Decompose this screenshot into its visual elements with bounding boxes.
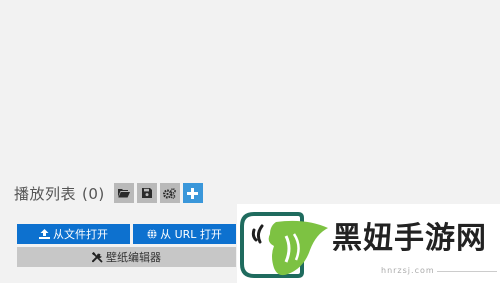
watermark-url: hnrzsj.com: [381, 266, 435, 275]
playlist-title: 播放列表 (0): [14, 183, 105, 204]
open-from-url-label: 从 URL 打开: [160, 228, 222, 241]
playlist-header: 播放列表 (0): [14, 181, 203, 205]
globe-icon: [147, 229, 157, 239]
open-from-file-label: 从文件打开: [53, 228, 108, 241]
playlist-settings-button[interactable]: [159, 183, 180, 203]
save-playlist-button[interactable]: [136, 183, 157, 203]
wallpaper-editor-button[interactable]: 壁纸编辑器: [17, 247, 236, 267]
add-to-playlist-button[interactable]: [182, 183, 203, 203]
playlist-title-text: 播放列表: [14, 184, 77, 203]
open-playlist-button[interactable]: [113, 183, 134, 203]
site-watermark: 黑妞手游网 hnrzsj.com: [237, 204, 500, 283]
site-logo-icon: [240, 212, 328, 278]
gears-icon: [163, 187, 177, 199]
open-from-file-button[interactable]: 从文件打开: [17, 224, 130, 244]
playlist-count: (0): [82, 184, 105, 203]
watermark-divider: [437, 271, 497, 272]
folder-open-icon: [117, 189, 130, 198]
open-from-url-button[interactable]: 从 URL 打开: [133, 224, 236, 244]
wallpaper-editor-label: 壁纸编辑器: [106, 251, 161, 264]
upload-icon: [39, 229, 50, 239]
plus-icon: [187, 187, 199, 199]
tools-icon: [92, 251, 103, 263]
save-icon: [141, 188, 152, 198]
watermark-text: 黑妞手游网: [332, 221, 487, 256]
